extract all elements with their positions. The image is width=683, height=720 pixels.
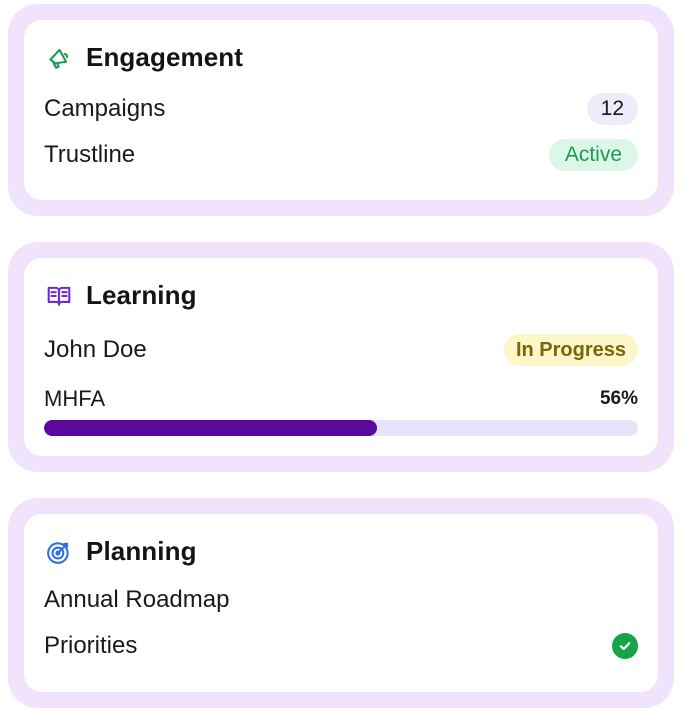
engagement-title: Engagement — [86, 42, 244, 72]
annual-roadmap-row[interactable]: Annual Roadmap — [44, 586, 638, 614]
priorities-row[interactable]: Priorities — [44, 632, 638, 660]
learner-row[interactable]: John Doe In Progress — [44, 334, 638, 366]
learning-card: Learning John Doe In Progress MHFA 56% — [8, 242, 674, 472]
trustline-label: Trustline — [44, 141, 136, 168]
course-progress-percent: 56% — [599, 388, 638, 409]
engagement-card: Engagement Campaigns 12 Trustline Active — [8, 4, 674, 216]
trustline-row[interactable]: Trustline Active — [44, 139, 638, 171]
priorities-label: Priorities — [44, 632, 138, 659]
megaphone-icon — [46, 45, 72, 71]
planning-title: Planning — [86, 536, 197, 566]
campaigns-count-badge: 12 — [586, 93, 638, 125]
learning-status-badge: In Progress — [503, 334, 638, 366]
course-progress-bar — [44, 420, 638, 436]
planning-header: Planning — [46, 536, 197, 567]
engagement-header: Engagement — [46, 42, 243, 73]
open-book-icon — [46, 283, 72, 309]
trustline-status-badge: Active — [548, 139, 638, 171]
annual-roadmap-label: Annual Roadmap — [44, 586, 230, 613]
campaigns-row[interactable]: Campaigns 12 — [44, 93, 638, 125]
planning-card: Planning Annual Roadmap Priorities — [8, 498, 674, 708]
course-label: MHFA — [44, 386, 106, 411]
planning-card-body: Planning Annual Roadmap Priorities — [24, 514, 658, 692]
learner-name: John Doe — [44, 336, 147, 363]
learning-header: Learning — [46, 280, 197, 311]
campaigns-label: Campaigns — [44, 95, 166, 122]
check-circle-icon — [612, 633, 638, 659]
course-row: MHFA 56% — [44, 386, 638, 412]
learning-card-body: Learning John Doe In Progress MHFA 56% — [24, 258, 658, 456]
learning-title: Learning — [86, 280, 197, 310]
target-icon — [46, 539, 72, 565]
engagement-card-body: Engagement Campaigns 12 Trustline Active — [24, 20, 658, 200]
course-progress-fill — [44, 420, 377, 436]
